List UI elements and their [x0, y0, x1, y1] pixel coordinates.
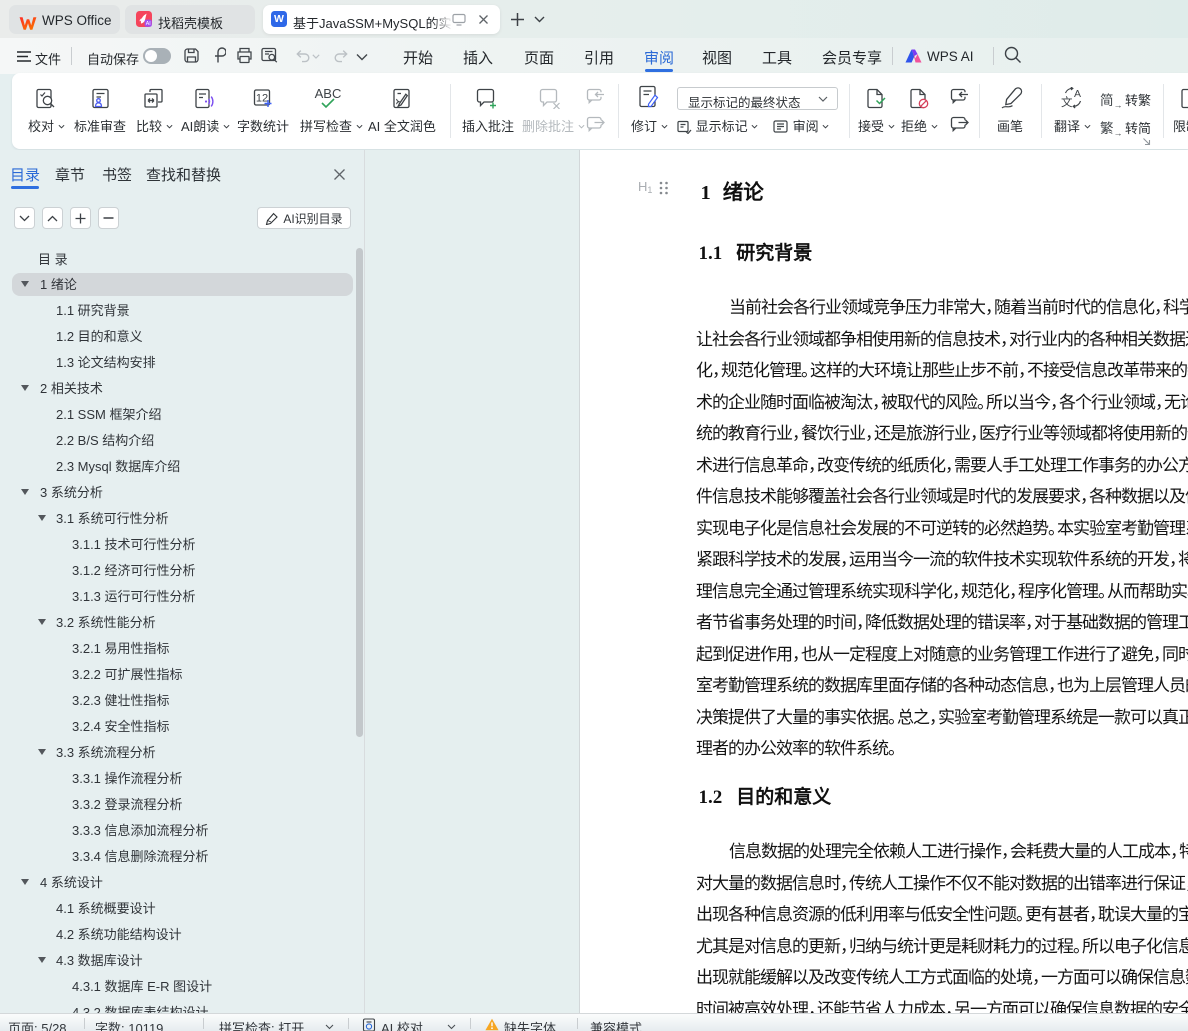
svg-text:ABC: ABC — [315, 86, 342, 101]
svg-text:12: 12 — [256, 93, 268, 105]
svg-text:文: 文 — [1061, 95, 1073, 109]
svg-text:AI: AI — [146, 21, 151, 27]
svg-text:A: A — [1074, 88, 1081, 100]
